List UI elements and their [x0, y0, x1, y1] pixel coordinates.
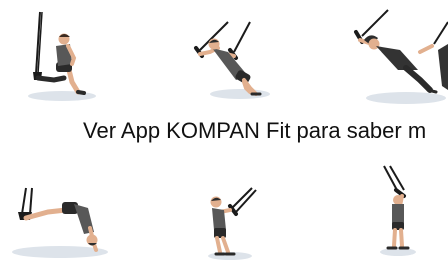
floor-shadow [380, 248, 416, 256]
exercise-suspension-fly [348, 9, 448, 106]
head [393, 195, 403, 205]
suspension-strap [361, 9, 389, 37]
legs [403, 65, 433, 93]
suspension-strap [21, 187, 27, 215]
second-figure-partial [438, 44, 448, 90]
torso [212, 208, 226, 230]
caption-text: Ver App KOMPAN Fit para saber m [83, 118, 427, 143]
legs [392, 228, 404, 248]
back-leg [35, 75, 67, 83]
exercise-sheet: { "caption": { "text": "Ver App KOMPAN F… [0, 0, 448, 261]
exercise-suspension-chest-press [188, 21, 270, 102]
legs [23, 207, 69, 221]
exercise-suspension-standing-hold [378, 165, 420, 258]
exercise-suspension-pike [8, 187, 110, 262]
exercise-suspension-row [202, 187, 258, 262]
torso [376, 46, 418, 70]
legs [215, 236, 230, 254]
exercise-suspension-lunge [20, 11, 100, 104]
floor-shadow [366, 92, 446, 104]
torso [392, 204, 404, 224]
